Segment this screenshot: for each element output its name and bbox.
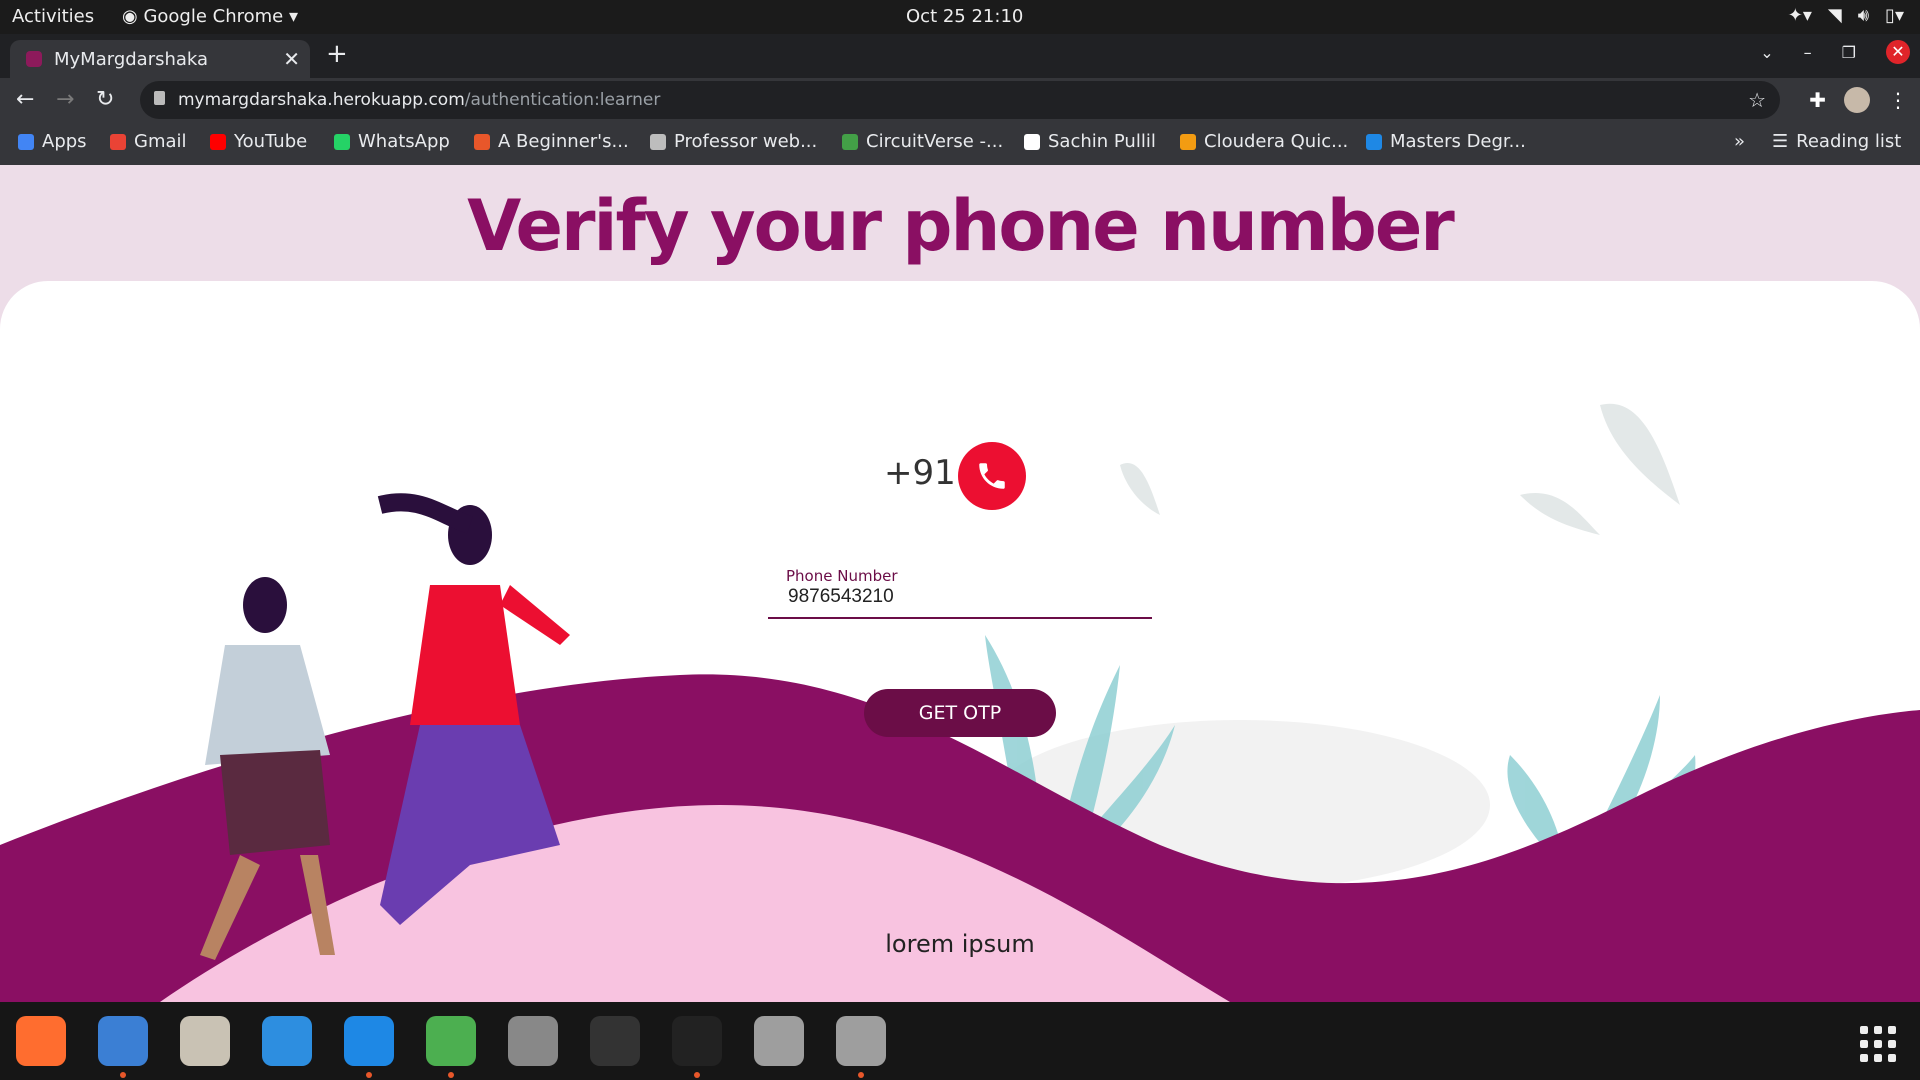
running-indicator: [694, 1072, 700, 1078]
profile-avatar[interactable]: [1844, 87, 1870, 113]
browser-toolbar: ← → ↻ mymargdarshaka.herokuapp.com/authe…: [0, 78, 1920, 123]
forward-button[interactable]: →: [56, 87, 74, 112]
running-indicator: [448, 1072, 454, 1078]
back-button[interactable]: ←: [16, 87, 34, 112]
bookmarks-bar: Apps Gmail YouTube WhatsApp A Beginner's... P…: [0, 123, 1920, 166]
page-viewport: Verify your phone number +91 Phone Numbe…: [0, 165, 1920, 1002]
faded-leaves: [1120, 403, 1680, 535]
chrome-icon[interactable]: [426, 1016, 476, 1066]
bookmark-label: Sachin Pullil: [1048, 131, 1156, 152]
toolbar-actions: ✚ ⋮: [1809, 87, 1908, 113]
clock[interactable]: Oct 25 21:10: [906, 6, 1023, 27]
bookmark-item[interactable]: Masters Degr...: [1366, 131, 1526, 152]
bookmark-favicon-icon: [1180, 133, 1196, 150]
system-top-bar: Activities ◉ Google Chrome ▾ Oct 25 21:1…: [0, 0, 1920, 34]
bookmark-favicon-icon: [650, 133, 666, 150]
running-indicator: [366, 1072, 372, 1078]
bookmark-item[interactable]: YouTube: [210, 131, 307, 152]
tab-search-icon[interactable]: ⌄: [1760, 43, 1773, 62]
url-host: mymargdarshaka.herokuapp.com: [178, 90, 465, 110]
phone-call-button[interactable]: [958, 442, 1026, 510]
accessibility-icon[interactable]: ✦▾: [1788, 5, 1812, 26]
address-bar[interactable]: mymargdarshaka.herokuapp.com/authenticat…: [140, 81, 1780, 119]
app-menu[interactable]: ◉ Google Chrome ▾: [122, 6, 298, 27]
get-otp-button[interactable]: GET OTP: [864, 689, 1056, 737]
bookmark-favicon-icon: [18, 133, 34, 150]
bookmark-item[interactable]: Sachin Pullil: [1024, 131, 1156, 152]
bookmark-star-icon[interactable]: ☆: [1748, 88, 1766, 112]
phone-number-label: Phone Number: [786, 567, 898, 585]
volume-icon: 🔊︎: [1857, 5, 1870, 26]
bookmark-label: Professor web...: [674, 131, 818, 152]
settings-icon[interactable]: [508, 1016, 558, 1066]
bookmark-item[interactable]: Cloudera Quic...: [1180, 131, 1348, 152]
vscode-icon[interactable]: [344, 1016, 394, 1066]
bookmark-favicon-icon: [842, 133, 858, 150]
phone-icon: [979, 463, 1005, 489]
tab-close-icon[interactable]: ✕: [283, 47, 300, 71]
country-code: +91: [884, 453, 956, 493]
url-text: mymargdarshaka.herokuapp.com/authenticat…: [178, 90, 660, 110]
reading-list-icon: ☰: [1772, 131, 1789, 152]
bookmark-label: YouTube: [234, 131, 308, 152]
app-menu-label: Google Chrome: [143, 6, 284, 27]
bookmark-label: Cloudera Quic...: [1204, 131, 1349, 152]
bookmark-item[interactable]: CircuitVerse -...: [842, 131, 1003, 152]
bookmark-item[interactable]: Gmail: [110, 131, 187, 152]
bookmark-label: Gmail: [134, 131, 187, 152]
files-icon[interactable]: [180, 1016, 230, 1066]
ssd-drive-icon[interactable]: [754, 1016, 804, 1066]
ssd-drive-2-icon[interactable]: [836, 1016, 886, 1066]
favicon-icon: [26, 51, 42, 67]
running-indicator: [120, 1072, 126, 1078]
footer-text: lorem ipsum: [885, 930, 1035, 958]
show-applications-icon[interactable]: [1860, 1026, 1896, 1062]
bookmark-favicon-icon: [1024, 133, 1040, 150]
system-tray[interactable]: ✦▾ ◥ 🔊︎ ▯▾: [1788, 5, 1904, 26]
bookmark-favicon-icon: [1366, 133, 1382, 150]
bookmark-label: Masters Degr...: [1390, 131, 1526, 152]
bookmark-favicon-icon: [474, 133, 490, 150]
reading-list-label: Reading list: [1796, 131, 1902, 152]
bookmark-label: A Beginner's...: [498, 131, 629, 152]
firefox-icon[interactable]: [16, 1016, 66, 1066]
maximize-button[interactable]: ❐: [1842, 43, 1856, 62]
taskbar-dock: [0, 1002, 1920, 1080]
text-editor-icon[interactable]: [98, 1016, 148, 1066]
bookmark-item[interactable]: Apps: [18, 131, 87, 152]
tab-mymargdarshaka[interactable]: MyMargdarshaka ✕: [10, 40, 310, 78]
more-bookmarks-button[interactable]: »: [1734, 131, 1745, 152]
phone-number-input[interactable]: [786, 585, 1150, 609]
bookmark-item[interactable]: Professor web...: [650, 131, 817, 152]
menu-kebab-icon[interactable]: ⋮: [1888, 88, 1908, 112]
bookmark-label: CircuitVerse -...: [866, 131, 1004, 152]
minimize-button[interactable]: –: [1804, 43, 1812, 62]
bookmark-favicon-icon: [334, 133, 350, 150]
reload-button[interactable]: ↻: [96, 87, 114, 112]
bookmark-label: Apps: [42, 131, 87, 152]
wifi-icon: ◥: [1827, 5, 1842, 26]
reading-list-button[interactable]: ☰ Reading list: [1772, 131, 1901, 152]
phone-number-field[interactable]: Phone Number: [768, 567, 1152, 619]
window-controls: ⌄ – ❐ ✕: [1760, 40, 1910, 64]
bookmark-item[interactable]: WhatsApp: [334, 131, 450, 152]
terminal-icon[interactable]: [590, 1016, 640, 1066]
new-tab-button[interactable]: +: [326, 39, 348, 69]
activities-button[interactable]: Activities: [12, 6, 94, 27]
extensions-icon[interactable]: ✚: [1809, 88, 1826, 112]
url-path: /authentication:learner: [464, 90, 661, 110]
bookmark-favicon-icon: [110, 133, 126, 150]
tab-strip: MyMargdarshaka ✕: [0, 34, 1920, 78]
figma-icon[interactable]: [672, 1016, 722, 1066]
bookmark-item[interactable]: A Beginner's...: [474, 131, 629, 152]
battery-icon: ▯▾: [1885, 5, 1904, 26]
bookmark-label: WhatsApp: [358, 131, 450, 152]
running-indicator: [858, 1072, 864, 1078]
lock-icon[interactable]: [154, 91, 165, 105]
bookmark-favicon-icon: [210, 133, 226, 150]
help-icon[interactable]: [262, 1016, 312, 1066]
close-window-button[interactable]: ✕: [1886, 40, 1910, 64]
tab-title: MyMargdarshaka: [54, 49, 209, 70]
